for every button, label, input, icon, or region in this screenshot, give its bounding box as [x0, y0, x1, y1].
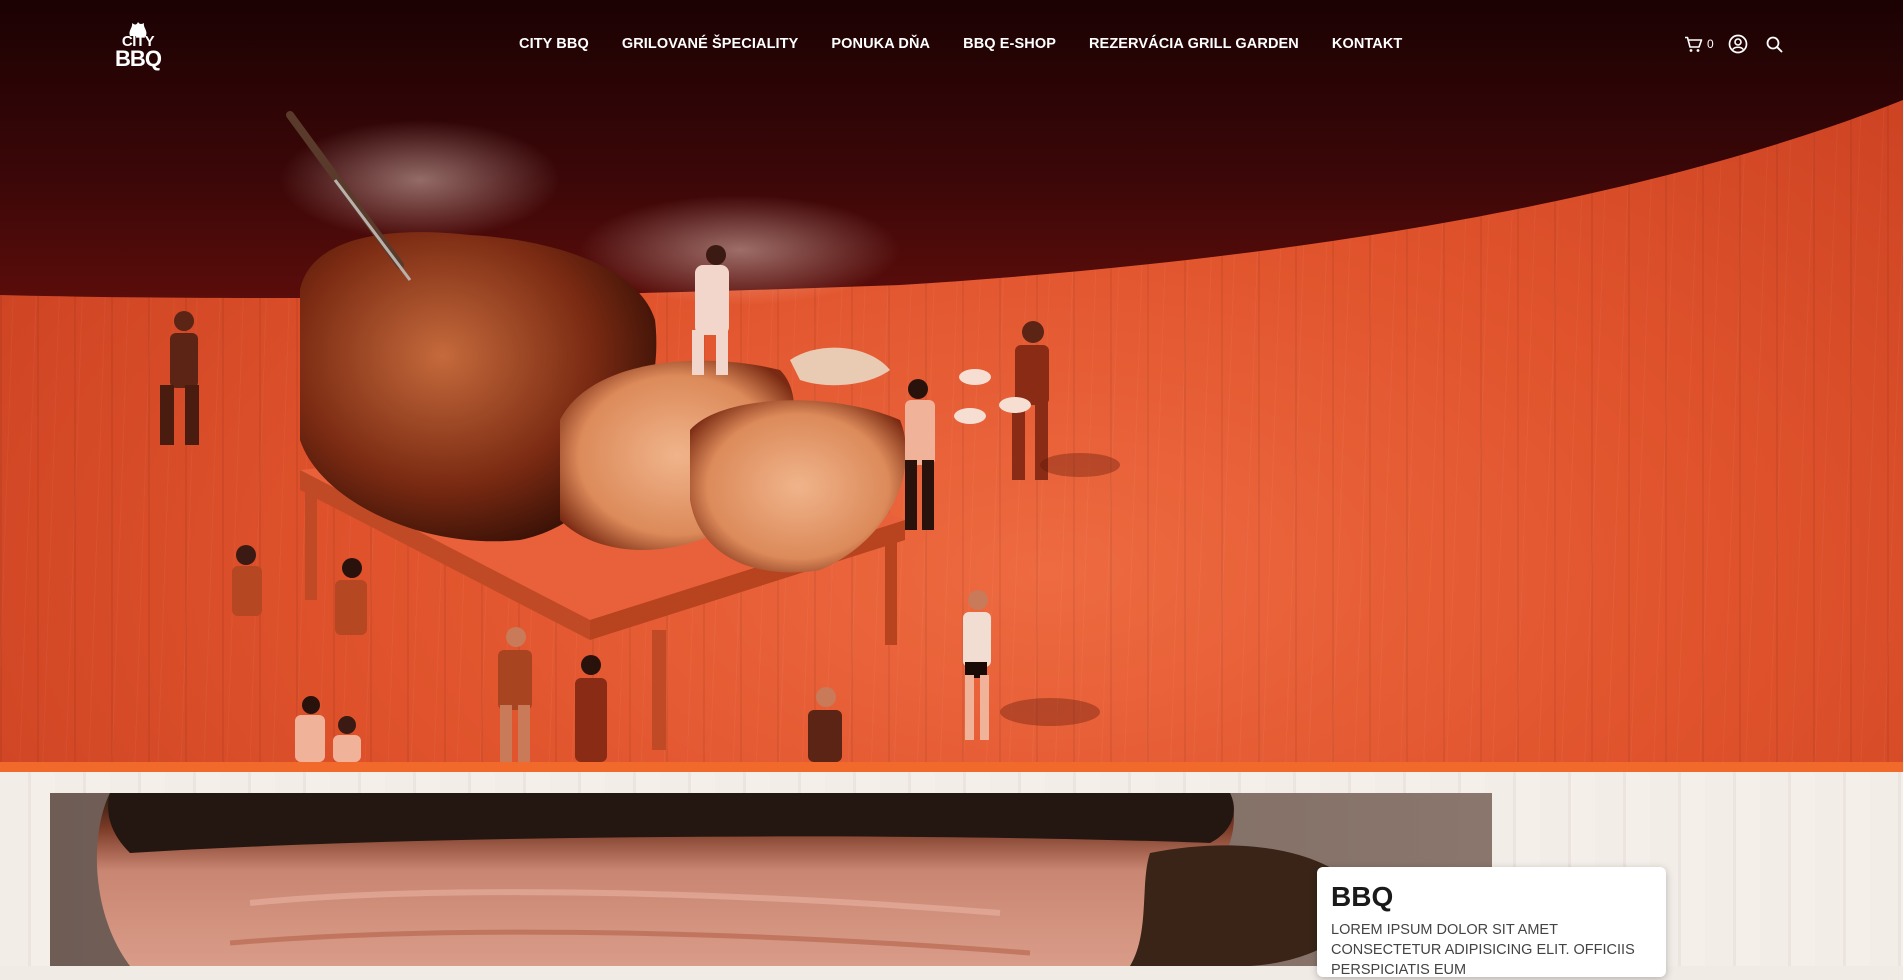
- main-nav: CITY BBQ GRILOVANÉ ŠPECIALITY PONUKA DŇA…: [519, 36, 1402, 58]
- bbq-info-card: BBQ LOREM IPSUM DOLOR SIT AMET CONSECTET…: [1317, 867, 1666, 978]
- header-actions: 0: [1684, 33, 1783, 55]
- nav-grilled-specialties[interactable]: GRILOVANÉ ŠPECIALITY: [622, 36, 799, 58]
- hero-banner: CITY BBQ CITY BBQ GRILOVANÉ ŠPECIALITY P…: [0, 0, 1903, 762]
- search-icon: [1766, 36, 1783, 52]
- nav-contact[interactable]: KONTAKT: [1332, 36, 1403, 58]
- cart-button[interactable]: 0: [1684, 36, 1714, 53]
- account-button[interactable]: [1728, 34, 1748, 54]
- user-icon: [1728, 34, 1748, 54]
- nav-daily-offer[interactable]: PONUKA DŇA: [831, 36, 930, 58]
- nav-bbq-eshop[interactable]: BBQ E-SHOP: [963, 36, 1056, 58]
- card-title: BBQ: [1331, 881, 1394, 912]
- city-bbq-logo[interactable]: CITY BBQ: [110, 22, 166, 72]
- brisket-photo: [50, 793, 1492, 966]
- logo-line-2: BBQ: [115, 46, 162, 71]
- nav-city-bbq[interactable]: CITY BBQ: [519, 36, 589, 58]
- nav-reservation-grill-garden[interactable]: REZERVÁCIA GRILL GARDEN: [1089, 36, 1299, 58]
- brisket-image: [50, 793, 1492, 966]
- bbq-party-illustration: [160, 111, 1120, 762]
- cart-icon: [1685, 36, 1703, 52]
- hero-accent-bar: [0, 762, 1903, 772]
- card-text: LOREM IPSUM DOLOR SIT AMET CONSECTETUR A…: [1331, 922, 1635, 978]
- search-button[interactable]: [1766, 36, 1783, 53]
- cart-count: 0: [1707, 37, 1714, 51]
